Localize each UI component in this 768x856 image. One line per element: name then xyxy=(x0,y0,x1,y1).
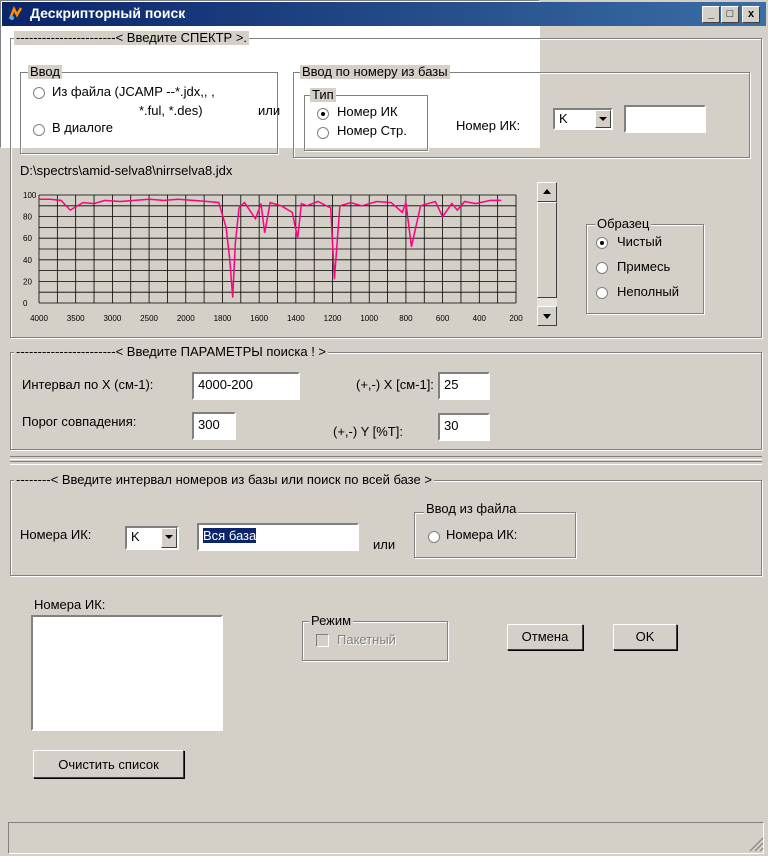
title-bar[interactable]: Дескрипторный поиск _ □ x xyxy=(2,2,766,26)
chevron-down-icon xyxy=(543,314,551,319)
y-tick-label: 0 xyxy=(23,299,28,308)
file-path-label: D:\spectrs\amid-selva8\nirrselva8.jdx xyxy=(20,163,233,178)
app-icon xyxy=(8,6,23,20)
sample-pure-label: Чистый xyxy=(617,234,662,249)
file-ir-radio[interactable] xyxy=(428,531,440,543)
ir-series-value: K xyxy=(559,111,568,126)
from-file-label-ext: *.ful, *.des) xyxy=(139,103,203,118)
x-tolerance-input[interactable]: 25 xyxy=(438,372,490,400)
from-file-label: Из файла (JCAMP --*.jdx,, , xyxy=(52,84,215,99)
divider xyxy=(10,456,762,460)
y-tick-label: 60 xyxy=(23,234,32,243)
chevron-down-icon[interactable] xyxy=(595,110,611,128)
chart-grid xyxy=(38,194,517,304)
cancel-button[interactable]: Отмена xyxy=(507,624,583,650)
batch-label: Пакетный xyxy=(337,632,396,647)
x-tick-label: 600 xyxy=(436,314,450,323)
scroll-down-button[interactable] xyxy=(537,306,557,326)
chevron-down-icon[interactable] xyxy=(161,528,177,548)
y-tick-label: 20 xyxy=(23,277,32,286)
search-dialog-window: Дескрипторный поиск _ □ x --------------… xyxy=(0,0,768,856)
spectrum-section-header: -----------------------< Введите СПЕКТР … xyxy=(14,30,250,45)
scroll-up-button[interactable] xyxy=(537,182,557,202)
batch-checkbox[interactable] xyxy=(316,634,329,647)
range-series-value: K xyxy=(131,529,140,544)
type-page-label: Номер Стр. xyxy=(337,123,407,138)
type-legend: Тип xyxy=(310,87,336,102)
x-tick-label: 800 xyxy=(399,314,413,323)
range-ir-label: Номера ИК: xyxy=(20,527,92,542)
sample-incomplete-label: Неполный xyxy=(617,284,679,299)
type-page-radio[interactable] xyxy=(317,127,329,139)
y-tick-label: 80 xyxy=(23,213,32,222)
threshold-label: Порог совпадения: xyxy=(22,414,137,429)
params-section-header: -----------------------< Введите ПАРАМЕТ… xyxy=(14,344,329,359)
x-tick-label: 1000 xyxy=(360,314,378,323)
y-tick-label: 40 xyxy=(23,256,32,265)
chart-y-ticks: 100 80 60 40 20 0 xyxy=(23,191,37,308)
range-series-combo[interactable]: K xyxy=(125,526,179,550)
scroll-thumb[interactable] xyxy=(537,202,557,298)
sample-legend: Образец xyxy=(595,216,652,231)
x-tick-label: 1400 xyxy=(287,314,305,323)
x-tick-label: 1800 xyxy=(214,314,232,323)
resize-grip-icon[interactable] xyxy=(746,834,764,852)
file-input-legend: Ввод из файла xyxy=(424,501,519,516)
ir-number-input[interactable] xyxy=(624,105,706,133)
db-input-legend: Ввод по номеру из базы xyxy=(300,64,450,79)
range-section xyxy=(10,480,762,576)
x-interval-input[interactable]: 4000-200 xyxy=(192,372,300,400)
chart-x-ticks: 4000 3500 3000 2500 2000 1800 1600 1400 1200 1000… xyxy=(30,314,523,323)
range-input-selected-text: Вся база xyxy=(203,528,257,543)
x-tick-label: 3000 xyxy=(103,314,121,323)
file-ir-label: Номера ИК: xyxy=(446,527,518,542)
x-tick-label: 2000 xyxy=(177,314,195,323)
x-tick-label: 200 xyxy=(509,314,523,323)
x-tick-label: 3500 xyxy=(67,314,85,323)
x-interval-label: Интервал по X (см-1): xyxy=(22,377,154,392)
window-title: Дескрипторный поиск xyxy=(30,5,186,21)
y-tolerance-input[interactable]: 30 xyxy=(438,413,490,441)
sample-incomplete-radio[interactable] xyxy=(596,287,608,299)
threshold-input[interactable]: 300 xyxy=(192,412,236,440)
spectrum-line xyxy=(39,198,502,298)
spectrum-chart: 100806040200 4000 3500 3000 2500 2000 1800 160… xyxy=(23,191,523,323)
type-ir-radio[interactable] xyxy=(317,108,329,120)
ir-series-combo[interactable]: K xyxy=(553,108,613,130)
from-file-radio[interactable] xyxy=(33,87,45,99)
clear-list-button[interactable]: Очистить список xyxy=(33,750,184,778)
y-tolerance-label: (+,-) Y [%T]: xyxy=(333,424,403,439)
results-listbox[interactable] xyxy=(31,615,223,731)
y-tick-label: 100 xyxy=(23,191,37,200)
input-group-legend: Ввод xyxy=(28,64,62,79)
sample-pure-radio[interactable] xyxy=(596,237,608,249)
status-bar xyxy=(8,822,764,854)
ok-button[interactable]: OK xyxy=(613,624,677,650)
range-or-label: или xyxy=(373,537,396,552)
x-tick-label: 1200 xyxy=(324,314,342,323)
type-ir-label: Номер ИК xyxy=(337,104,398,119)
x-tick-label: 400 xyxy=(473,314,487,323)
divider xyxy=(10,461,762,465)
chevron-up-icon xyxy=(543,189,551,194)
minimize-button[interactable]: _ xyxy=(702,6,720,23)
x-tick-label: 4000 xyxy=(30,314,48,323)
results-list-label: Номера ИК: xyxy=(34,597,106,612)
mode-legend: Режим xyxy=(309,613,354,628)
range-section-header: --------< Введите интервал номеров из ба… xyxy=(14,472,434,487)
dialog-radio[interactable] xyxy=(33,124,45,136)
ir-number-label: Номер ИК: xyxy=(456,118,521,133)
dialog-label: В диалоге xyxy=(52,120,114,135)
or-label: или xyxy=(258,103,281,118)
range-input[interactable]: Вся база xyxy=(197,523,359,551)
close-button[interactable]: x xyxy=(742,6,760,23)
sample-impurity-radio[interactable] xyxy=(596,262,608,274)
sample-impurity-label: Примесь xyxy=(617,259,671,274)
x-tick-label: 2500 xyxy=(140,314,158,323)
x-tolerance-label: (+,-) X [см-1]: xyxy=(356,377,434,392)
maximize-button[interactable]: □ xyxy=(721,6,739,23)
x-tick-label: 1600 xyxy=(250,314,268,323)
